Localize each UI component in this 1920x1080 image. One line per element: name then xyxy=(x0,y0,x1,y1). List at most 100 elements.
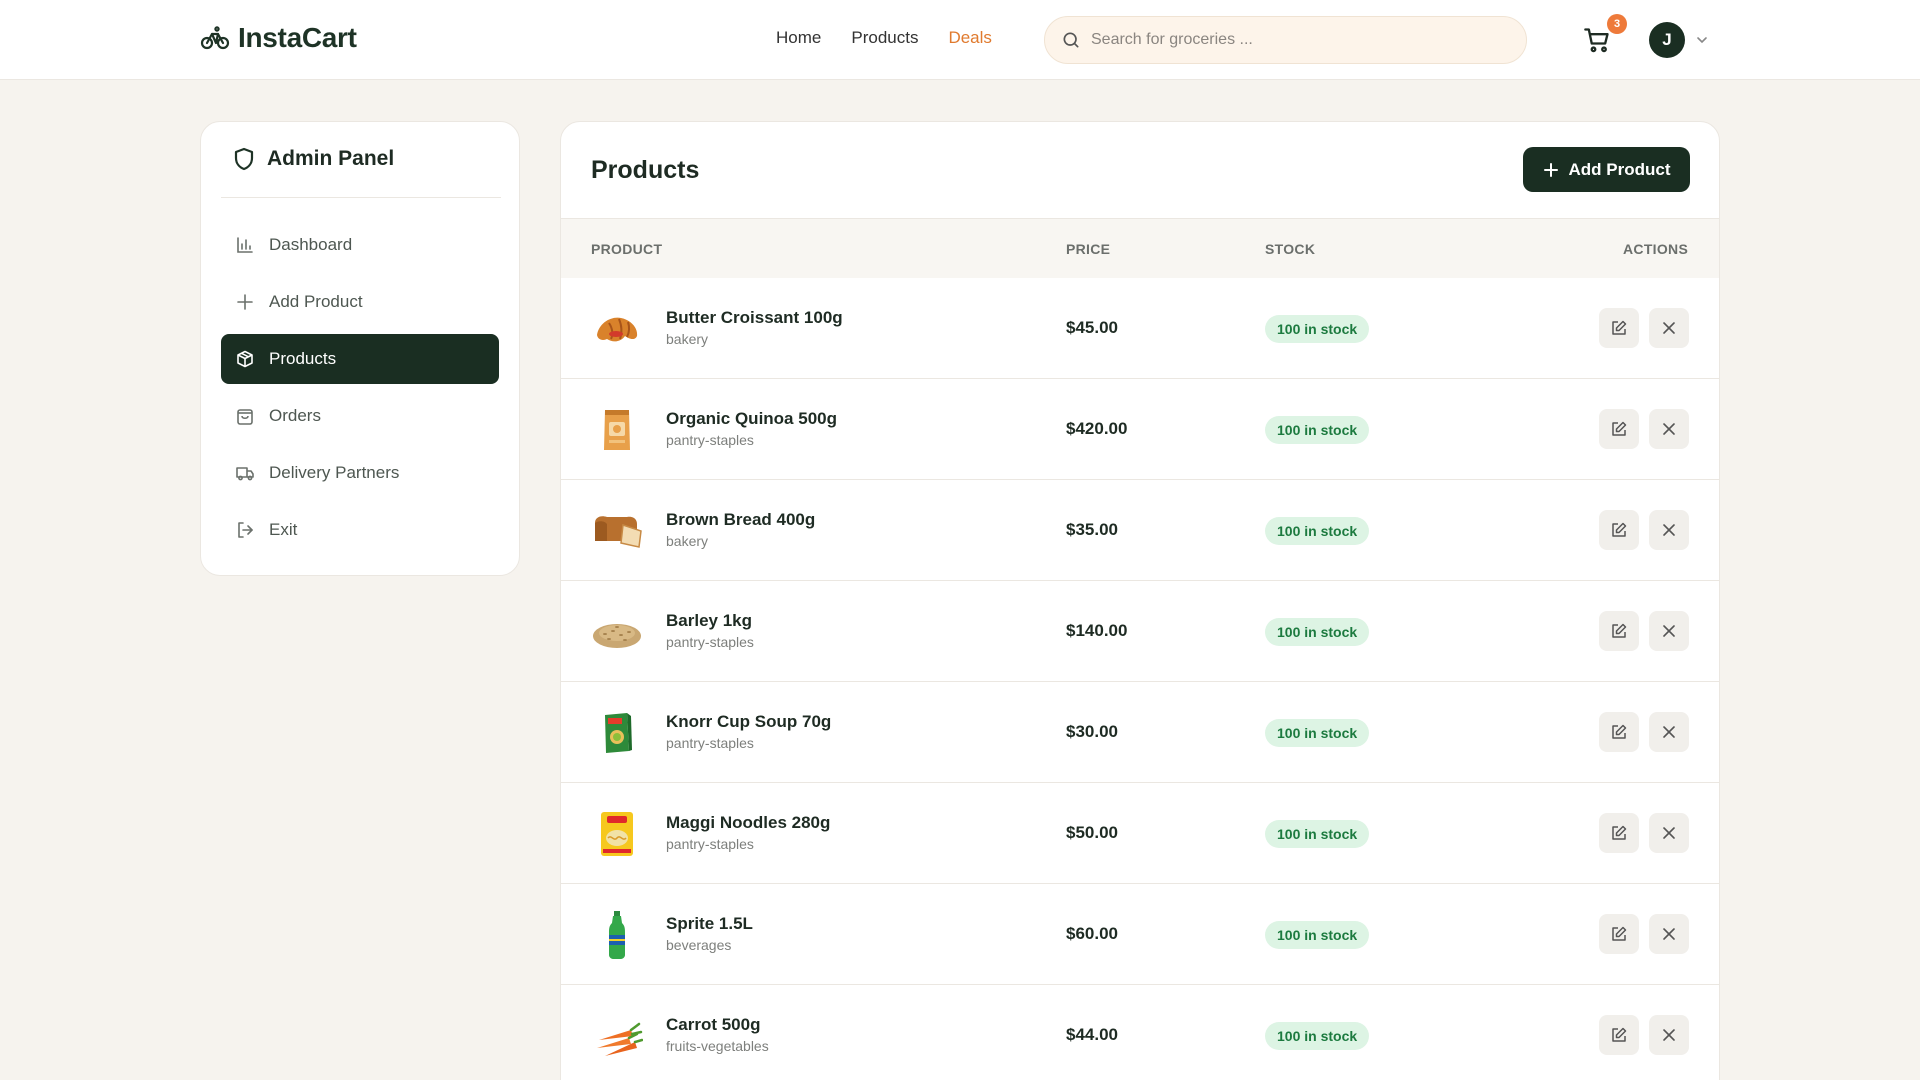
sidebar-item-add-product[interactable]: Add Product xyxy=(221,277,499,327)
table-row[interactable]: Maggi Noodles 280g pantry-staples $50.00… xyxy=(561,783,1719,884)
plus-icon xyxy=(1543,162,1558,177)
sidebar-item-dashboard[interactable]: Dashboard xyxy=(221,220,499,270)
sidebar-item-label: Delivery Partners xyxy=(269,463,400,482)
nav-deals[interactable]: Deals xyxy=(948,28,991,48)
shopping-cart-icon xyxy=(1584,28,1609,53)
edit-button[interactable] xyxy=(1599,914,1639,954)
edit-button[interactable] xyxy=(1599,510,1639,550)
bread-loaf-image xyxy=(595,516,642,548)
sidebar-title-text: Admin Panel xyxy=(267,147,395,170)
delete-button[interactable] xyxy=(1649,914,1689,954)
delete-button[interactable] xyxy=(1649,611,1689,651)
edit-icon xyxy=(1612,623,1627,638)
sidebar-item-label: Add Product xyxy=(269,292,363,311)
table-row[interactable]: Butter Croissant 100g bakery $45.00 100 … xyxy=(561,278,1719,379)
user-avatar[interactable]: J xyxy=(1649,22,1685,58)
table-row[interactable]: Carrot 500g fruits-vegetables $44.00 100… xyxy=(561,985,1719,1080)
stock-badge: 100 in stock xyxy=(1265,820,1370,848)
add-product-button[interactable]: Add Product xyxy=(1523,147,1690,192)
close-icon xyxy=(1663,625,1675,637)
close-icon xyxy=(1663,827,1675,839)
table-row[interactable]: Sprite 1.5L beverages $60.00 100 in stoc… xyxy=(561,884,1719,985)
product-category: bakery xyxy=(666,533,709,549)
top-header: InstaCart Home Products Deals 3 J xyxy=(0,0,1920,80)
delete-button[interactable] xyxy=(1649,308,1689,348)
product-price: $60.00 xyxy=(1066,924,1118,943)
nav-products[interactable]: Products xyxy=(851,28,918,48)
product-category: beverages xyxy=(666,937,732,953)
edit-button[interactable] xyxy=(1599,813,1639,853)
product-category: pantry-staples xyxy=(666,836,754,852)
product-name: Brown Bread 400g xyxy=(666,510,816,529)
search-input[interactable] xyxy=(1091,31,1511,49)
product-name: Butter Croissant 100g xyxy=(666,308,843,327)
sidebar-item-label: Dashboard xyxy=(269,235,353,254)
search-bar xyxy=(1044,16,1527,64)
edit-icon xyxy=(1612,825,1627,840)
edit-button[interactable] xyxy=(1599,712,1639,752)
page-title: Products xyxy=(591,156,700,184)
brand-logo[interactable]: InstaCart xyxy=(200,22,357,54)
quinoa-pack-image xyxy=(604,410,630,450)
product-category: bakery xyxy=(666,331,709,347)
edit-button[interactable] xyxy=(1599,611,1639,651)
table-row[interactable]: Brown Bread 400g bakery $35.00 100 in st… xyxy=(561,480,1719,581)
delete-button[interactable] xyxy=(1649,1015,1689,1055)
product-category: fruits-vegetables xyxy=(666,1038,769,1054)
delete-button[interactable] xyxy=(1649,510,1689,550)
sidebar-item-exit[interactable]: Exit xyxy=(221,505,499,555)
sidebar-item-orders[interactable]: Orders xyxy=(221,391,499,441)
product-price: $420.00 xyxy=(1066,419,1128,438)
truck-icon xyxy=(236,467,254,481)
edit-button[interactable] xyxy=(1599,1015,1639,1055)
product-price: $30.00 xyxy=(1066,722,1118,741)
package-icon xyxy=(237,350,253,368)
delete-button[interactable] xyxy=(1649,813,1689,853)
product-name: Sprite 1.5L xyxy=(666,914,753,933)
bicycle-icon xyxy=(200,26,230,50)
edit-button[interactable] xyxy=(1599,308,1639,348)
delete-button[interactable] xyxy=(1649,409,1689,449)
edit-icon xyxy=(1612,522,1627,537)
product-name: Knorr Cup Soup 70g xyxy=(666,712,832,731)
stock-badge: 100 in stock xyxy=(1265,921,1370,949)
stock-badge: 100 in stock xyxy=(1265,517,1370,545)
stock-badge: 100 in stock xyxy=(1265,1022,1370,1050)
add-product-label: Add Product xyxy=(1568,159,1671,179)
edit-icon xyxy=(1612,724,1627,739)
table-header: PRODUCT PRICE STOCK ACTIONS xyxy=(561,218,1719,278)
product-price: $45.00 xyxy=(1066,318,1118,337)
close-icon xyxy=(1663,423,1675,435)
soup-box-image xyxy=(605,713,632,753)
stock-badge: 100 in stock xyxy=(1265,416,1370,444)
noodles-pack-image xyxy=(601,812,633,856)
table-row[interactable]: Knorr Cup Soup 70g pantry-staples $30.00… xyxy=(561,682,1719,783)
sidebar-item-delivery-partners[interactable]: Delivery Partners xyxy=(221,448,499,498)
table-row[interactable]: Barley 1kg pantry-staples $140.00 100 in… xyxy=(561,581,1719,682)
search-icon xyxy=(1063,32,1079,48)
sidebar-item-products[interactable]: Products xyxy=(221,334,499,384)
main-nav: Home Products Deals xyxy=(776,28,992,48)
chevron-down-icon[interactable] xyxy=(1695,33,1709,47)
product-name: Barley 1kg xyxy=(666,611,752,630)
edit-button[interactable] xyxy=(1599,409,1639,449)
product-name: Maggi Noodles 280g xyxy=(666,813,831,832)
sidebar-title: Admin Panel xyxy=(233,147,394,171)
stock-badge: 100 in stock xyxy=(1265,618,1370,646)
carrots-image xyxy=(597,1022,643,1056)
cart-button[interactable]: 3 xyxy=(1583,14,1627,56)
admin-sidebar: Admin Panel Dashboard Add Product Produc… xyxy=(200,121,520,576)
close-icon xyxy=(1663,1029,1675,1041)
column-header-actions: ACTIONS xyxy=(1623,241,1689,257)
brand-name: InstaCart xyxy=(238,22,357,53)
soda-bottle-image xyxy=(609,911,625,959)
edit-icon xyxy=(1612,320,1627,335)
delete-button[interactable] xyxy=(1649,712,1689,752)
plus-icon xyxy=(237,294,253,310)
nav-home[interactable]: Home xyxy=(776,28,821,48)
table-row[interactable]: Organic Quinoa 500g pantry-staples $420.… xyxy=(561,379,1719,480)
product-name: Organic Quinoa 500g xyxy=(666,409,837,428)
product-name: Carrot 500g xyxy=(666,1015,761,1034)
column-header-price: PRICE xyxy=(1066,241,1111,257)
product-price: $50.00 xyxy=(1066,823,1118,842)
